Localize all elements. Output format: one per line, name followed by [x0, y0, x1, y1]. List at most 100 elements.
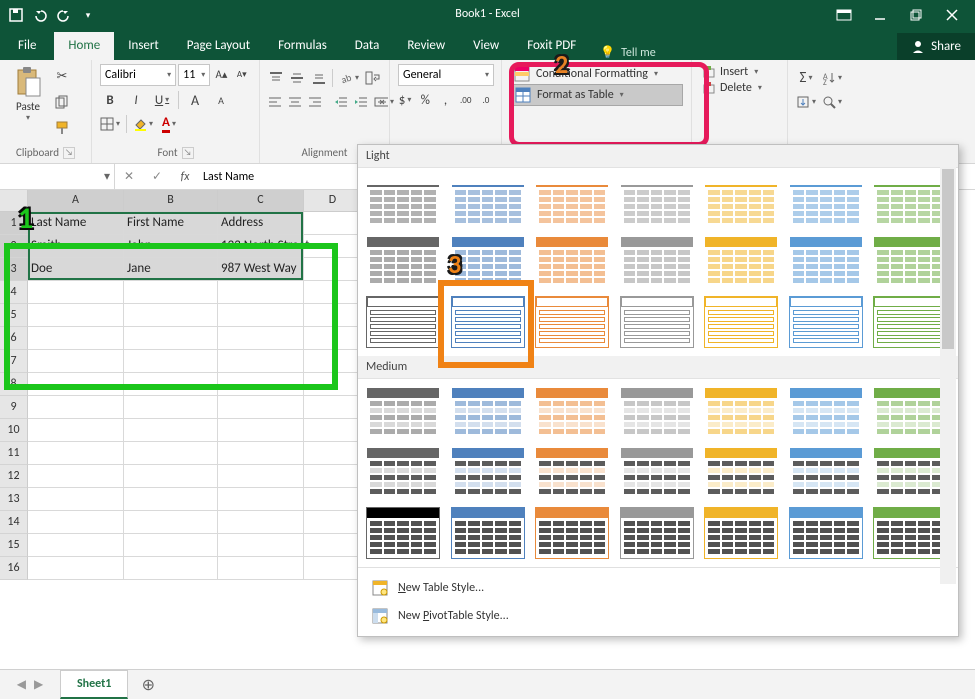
format-painter-icon[interactable]	[52, 118, 72, 138]
name-box-dropdown-icon[interactable]: ▾	[104, 169, 114, 184]
row-header-5[interactable]: 5	[0, 304, 28, 327]
cell-c4[interactable]	[218, 281, 304, 304]
cell-a11[interactable]	[28, 442, 124, 465]
table-style-thumb[interactable]	[873, 176, 947, 228]
align-center-icon[interactable]	[288, 92, 302, 112]
undo-icon[interactable]	[32, 7, 48, 23]
tab-foxit-pdf[interactable]: Foxit PDF	[513, 32, 590, 60]
new-table-style-item[interactable]: New Table Style...	[358, 574, 958, 602]
cell-d5[interactable]	[304, 304, 362, 327]
cell-a16[interactable]	[28, 557, 124, 580]
table-style-thumb[interactable]	[366, 447, 440, 499]
cell-a3[interactable]: Doe	[28, 258, 124, 281]
row-header-14[interactable]: 14	[0, 511, 28, 534]
cell-a9[interactable]	[28, 396, 124, 419]
cell-d16[interactable]	[304, 557, 362, 580]
enter-formula-icon[interactable]: ✓	[143, 169, 171, 184]
table-style-thumb[interactable]	[704, 296, 778, 348]
table-style-thumb[interactable]	[451, 296, 525, 348]
cell-c1[interactable]: Address	[218, 212, 304, 235]
cell-b10[interactable]	[124, 419, 218, 442]
row-header-13[interactable]: 13	[0, 488, 28, 511]
table-style-thumb[interactable]	[873, 296, 947, 348]
cell-c10[interactable]	[218, 419, 304, 442]
cell-b3[interactable]: Jane	[124, 258, 218, 281]
cell-b2[interactable]: John	[124, 235, 218, 258]
tab-review[interactable]: Review	[393, 32, 459, 60]
cell-d13[interactable]	[304, 488, 362, 511]
font-color-icon[interactable]: A	[159, 114, 179, 134]
row-header-9[interactable]: 9	[0, 396, 28, 419]
cell-a15[interactable]	[28, 534, 124, 557]
row-header-2[interactable]: 2	[0, 235, 28, 258]
increase-font-icon[interactable]: A▴	[212, 64, 230, 84]
cell-b13[interactable]	[124, 488, 218, 511]
cell-b4[interactable]	[124, 281, 218, 304]
cell-c14[interactable]	[218, 511, 304, 534]
col-header-b[interactable]: B	[124, 190, 218, 212]
table-style-thumb[interactable]	[451, 236, 525, 288]
table-style-thumb[interactable]	[535, 507, 609, 559]
cell-a4[interactable]	[28, 281, 124, 304]
font-size-combo[interactable]: 11▾	[178, 64, 210, 86]
cell-c13[interactable]	[218, 488, 304, 511]
tell-me[interactable]: 💡 Tell me	[590, 45, 665, 60]
table-style-thumb[interactable]	[535, 387, 609, 439]
cell-b7[interactable]	[124, 350, 218, 373]
table-style-thumb[interactable]	[451, 176, 525, 228]
cell-d8[interactable]	[304, 373, 362, 396]
table-style-thumb[interactable]	[535, 447, 609, 499]
row-header-15[interactable]: 15	[0, 534, 28, 557]
tab-file[interactable]: File	[0, 32, 54, 60]
decrease-decimal-icon[interactable]: .0	[479, 90, 493, 110]
cell-c2[interactable]: 123 North Street	[218, 235, 304, 258]
paste-button[interactable]: Paste ▾	[8, 64, 48, 123]
table-style-thumb[interactable]	[704, 176, 778, 228]
cell-a6[interactable]	[28, 327, 124, 350]
cancel-formula-icon[interactable]: ✕	[115, 169, 143, 184]
ribbon-display-icon[interactable]	[835, 6, 853, 24]
cell-d4[interactable]	[304, 281, 362, 304]
cell-a10[interactable]	[28, 419, 124, 442]
table-style-thumb[interactable]	[873, 236, 947, 288]
fx-icon[interactable]: fx	[171, 170, 199, 184]
orientation-icon[interactable]: ab	[339, 68, 359, 88]
table-style-thumb[interactable]	[620, 447, 694, 499]
font-launcher-icon[interactable]: ↘	[182, 147, 194, 159]
increase-indent-icon[interactable]	[354, 92, 368, 112]
sheet-tab-sheet1[interactable]: Sheet1	[60, 670, 128, 699]
cell-c16[interactable]	[218, 557, 304, 580]
col-header-a[interactable]: A	[28, 190, 124, 212]
clipboard-launcher-icon[interactable]: ↘	[63, 147, 75, 159]
italic-button[interactable]: I	[126, 90, 146, 110]
cell-b14[interactable]	[124, 511, 218, 534]
cell-b12[interactable]	[124, 465, 218, 488]
cell-c7[interactable]	[218, 350, 304, 373]
row-header-4[interactable]: 4	[0, 281, 28, 304]
cell-a13[interactable]	[28, 488, 124, 511]
tab-data[interactable]: Data	[341, 32, 394, 60]
align-bottom-icon[interactable]	[311, 68, 326, 88]
insert-cells-button[interactable]: Insert▾	[700, 64, 779, 80]
cell-d14[interactable]	[304, 511, 362, 534]
table-style-thumb[interactable]	[366, 176, 440, 228]
cell-c12[interactable]	[218, 465, 304, 488]
tab-home[interactable]: Home	[54, 32, 114, 60]
row-header-6[interactable]: 6	[0, 327, 28, 350]
table-style-thumb[interactable]	[451, 507, 525, 559]
sheet-nav-next-icon[interactable]: ▶	[34, 677, 43, 692]
table-style-thumb[interactable]	[366, 387, 440, 439]
cell-c9[interactable]	[218, 396, 304, 419]
cell-a14[interactable]	[28, 511, 124, 534]
cell-d12[interactable]	[304, 465, 362, 488]
cell-d2[interactable]	[304, 235, 362, 258]
find-select-icon[interactable]	[822, 92, 842, 112]
gallery-scrollbar-thumb[interactable]	[942, 169, 954, 349]
cell-b8[interactable]	[124, 373, 218, 396]
table-style-thumb[interactable]	[704, 236, 778, 288]
table-style-thumb[interactable]	[789, 176, 863, 228]
name-box[interactable]: ▾	[0, 164, 115, 189]
table-style-thumb[interactable]	[366, 507, 440, 559]
shrink-a-icon[interactable]: A	[211, 90, 231, 110]
table-style-thumb[interactable]	[620, 176, 694, 228]
